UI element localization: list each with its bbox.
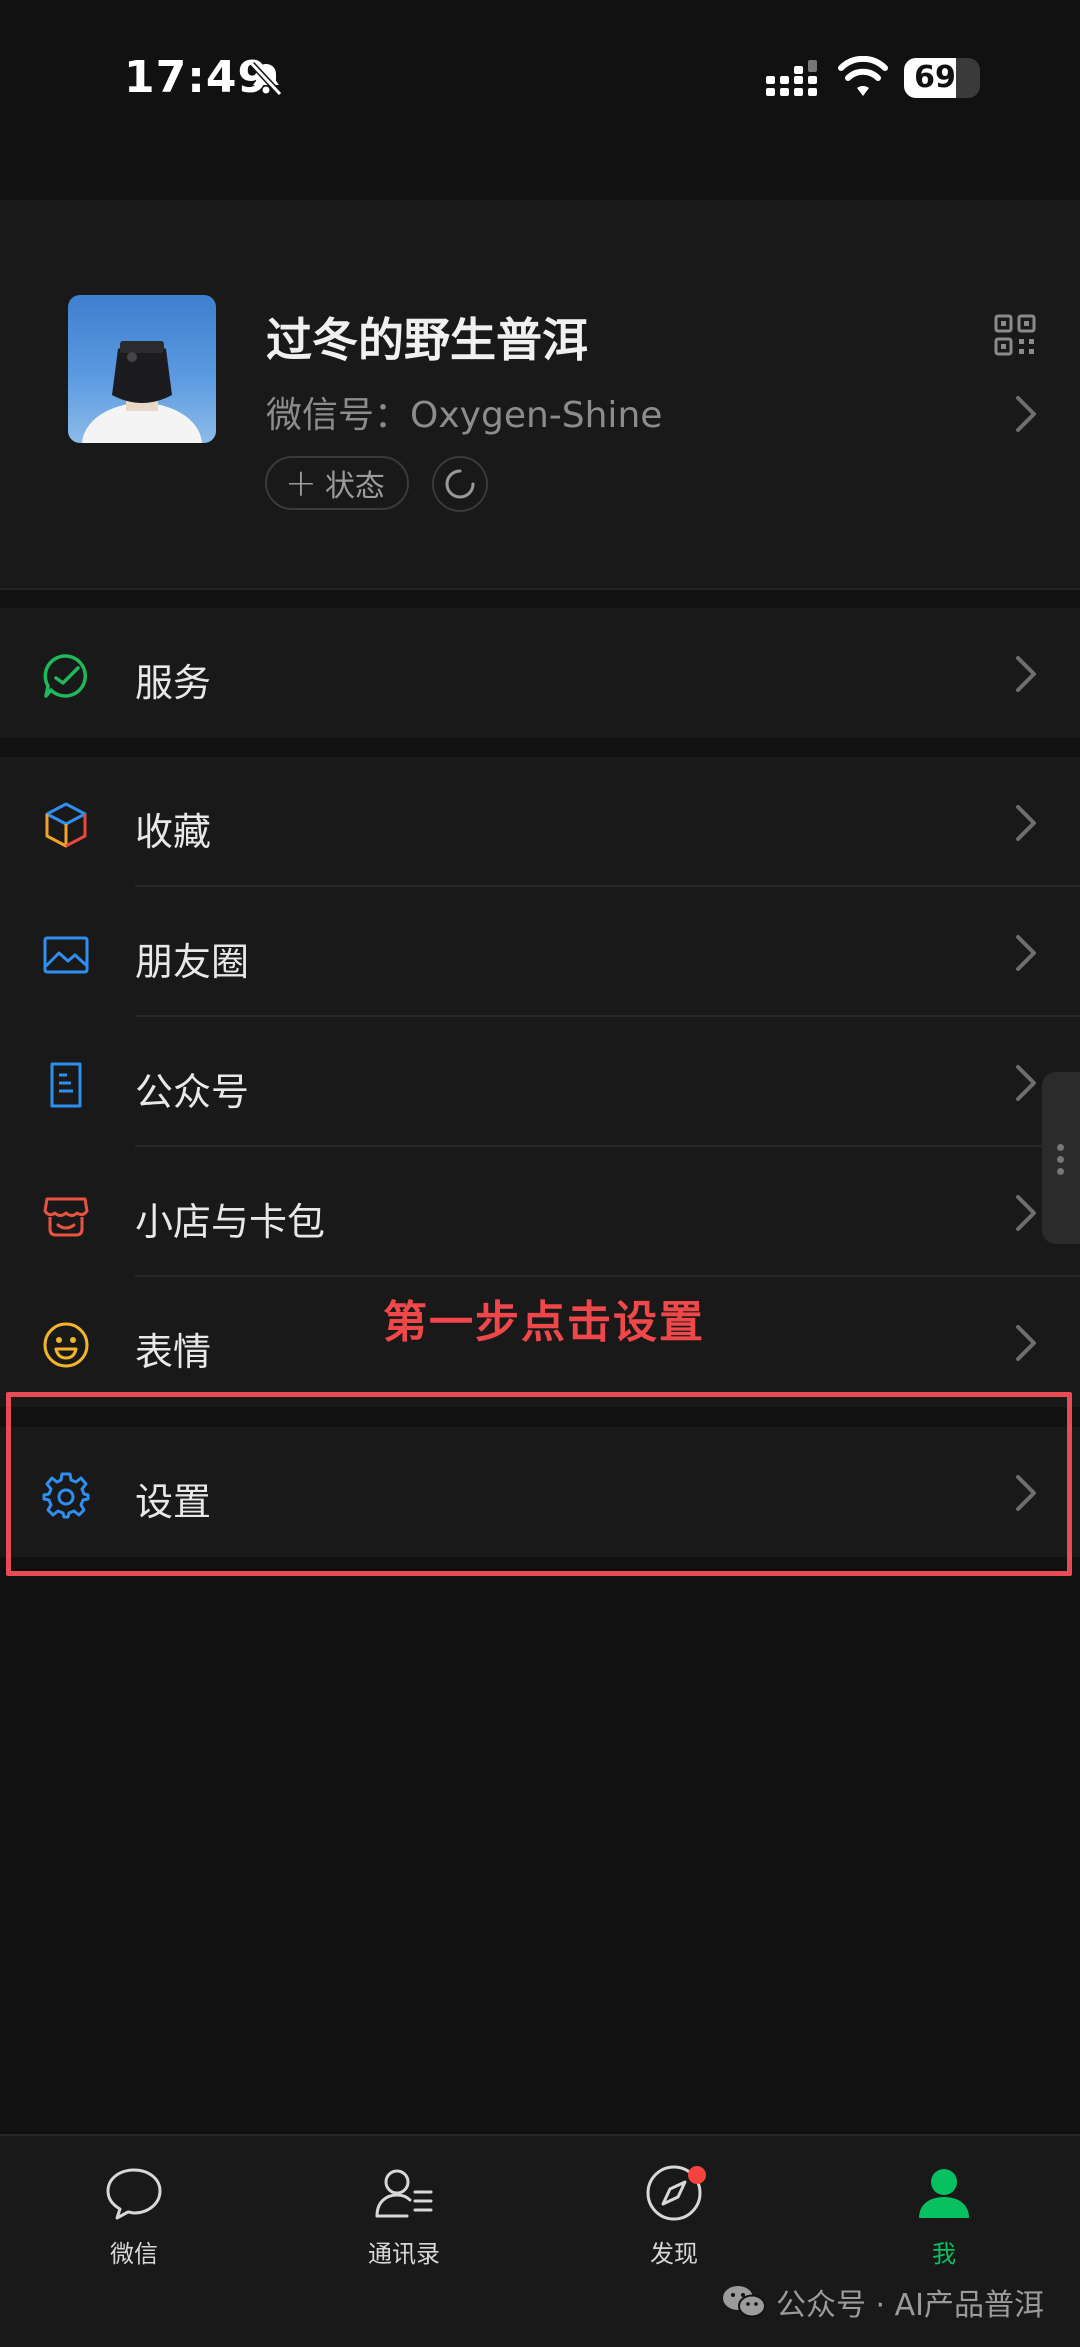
menu-item-label: 公众号: [135, 1070, 250, 1114]
wechat-logo-icon: [723, 2286, 766, 2318]
watermark-text: 公众号 · AI产品普洱: [776, 2288, 1044, 2323]
tab-discover[interactable]: 发现: [584, 2162, 764, 2292]
status-button-label: 状态: [324, 469, 385, 504]
menu-item-label: 朋友圈: [135, 940, 250, 984]
handle-dot: [1057, 1144, 1064, 1151]
person-icon: [919, 2169, 969, 2218]
tab-label: 通讯录: [368, 2240, 440, 2268]
services-icon: [43, 654, 87, 698]
add-status-button[interactable]: + 状态: [265, 456, 409, 510]
moments-photo-icon: [43, 936, 89, 974]
wifi-icon: [838, 56, 888, 96]
side-drawer-handle[interactable]: [1042, 1072, 1080, 1244]
chevron-right-icon: [1016, 396, 1036, 432]
menu-item-label: 服务: [135, 661, 212, 705]
chevron-right-icon: [1016, 1065, 1036, 1101]
annotation-text: 第一步点击设置: [383, 1297, 705, 1348]
menu-item-moments[interactable]: 朋友圈: [0, 887, 1080, 1017]
shop-icon: [43, 1197, 89, 1237]
wechat-id-value: Oxygen-Shine: [410, 395, 663, 436]
wechat-id-label: 微信号：: [266, 395, 411, 436]
status-refresh-button[interactable]: [432, 456, 488, 512]
menu-item-favorites[interactable]: 收藏: [0, 757, 1080, 887]
services-section: 服务: [0, 608, 1080, 738]
tab-label: 我: [932, 2240, 956, 2268]
official-accounts-icon: [50, 1062, 82, 1108]
chevron-right-icon: [1016, 1195, 1036, 1231]
smiley-icon: [43, 1322, 89, 1368]
avatar-photo: [82, 341, 202, 443]
watermark: 公众号 · AI产品普洱: [722, 2280, 1044, 2324]
silent-bell-icon: [249, 61, 283, 97]
qr-code-icon[interactable]: [994, 314, 1036, 356]
plus-icon: +: [285, 461, 317, 505]
tab-me[interactable]: 我: [854, 2162, 1034, 2292]
battery-indicator: 69: [904, 58, 980, 98]
refresh-circle-icon: [445, 469, 475, 499]
cellular-signal-icon: [766, 60, 817, 96]
avatar[interactable]: [68, 295, 216, 443]
battery-percent: 69: [914, 60, 956, 95]
tab-chats[interactable]: 微信: [44, 2162, 224, 2292]
tab-contacts[interactable]: 通讯录: [314, 2162, 494, 2292]
profile-header[interactable]: 过冬的野生普洱 微信号：Oxygen-Shine + 状态: [0, 200, 1080, 590]
tab-label: 发现: [650, 2240, 698, 2268]
wechat-id: 微信号：Oxygen-Shine: [266, 386, 662, 438]
handle-dot: [1057, 1168, 1064, 1175]
menu-item-services[interactable]: 服务: [0, 608, 1080, 738]
menu-item-label: 表情: [135, 1330, 212, 1374]
chevron-right-icon: [1016, 935, 1036, 971]
annotation-highlight-box: [6, 1392, 1072, 1576]
tab-label: 微信: [110, 2240, 158, 2268]
handle-dot: [1057, 1156, 1064, 1163]
chevron-right-icon: [1016, 656, 1036, 692]
menu-item-label: 小店与卡包: [135, 1200, 326, 1244]
notification-dot: [688, 2166, 706, 2184]
chat-bubble-icon: [106, 2168, 162, 2220]
chevron-right-icon: [1016, 805, 1036, 841]
menu-item-shop-cards[interactable]: 小店与卡包: [0, 1147, 1080, 1277]
chevron-right-icon: [1016, 1325, 1036, 1361]
contacts-icon: [375, 2169, 433, 2218]
menu-item-label: 收藏: [135, 810, 212, 854]
profile-nickname: 过冬的野生普洱: [266, 313, 588, 367]
favorites-cube-icon: [45, 802, 87, 848]
menu-item-official-accounts[interactable]: 公众号: [0, 1017, 1080, 1147]
